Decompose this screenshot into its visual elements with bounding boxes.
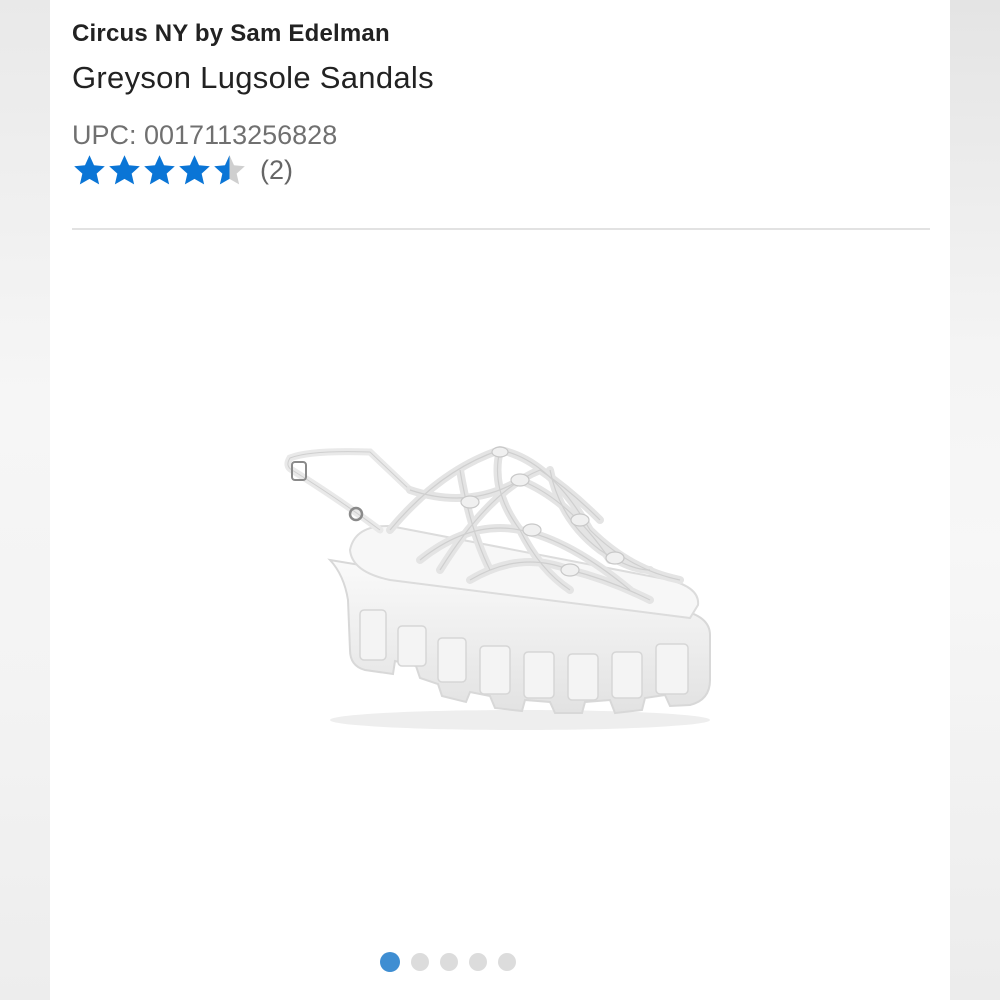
carousel-dot[interactable] [469,953,487,971]
review-count[interactable]: (2) [260,155,293,186]
carousel-dot[interactable] [440,953,458,971]
half-star-icon [214,154,245,184]
carousel-dot[interactable] [498,953,516,971]
product-card: Circus NY by Sam Edelman Greyson Lugsole… [50,0,950,1000]
star-icon [74,154,105,184]
background-right-edge [950,0,1000,1000]
product-title: Greyson Lugsole Sandals [72,60,434,95]
carousel-dot[interactable] [380,952,400,972]
background-left-edge [0,0,50,1000]
image-carousel-indicator [380,952,516,972]
product-image[interactable] [270,430,730,740]
divider [72,228,930,230]
star-icon [144,154,175,184]
brand-name[interactable]: Circus NY by Sam Edelman [72,20,390,48]
rating[interactable]: (2) [72,152,293,188]
star-rating [72,153,247,188]
star-icon [109,154,140,184]
star-icon [179,154,210,184]
upc-code: UPC: 0017113256828 [72,120,338,150]
carousel-dot[interactable] [411,953,429,971]
